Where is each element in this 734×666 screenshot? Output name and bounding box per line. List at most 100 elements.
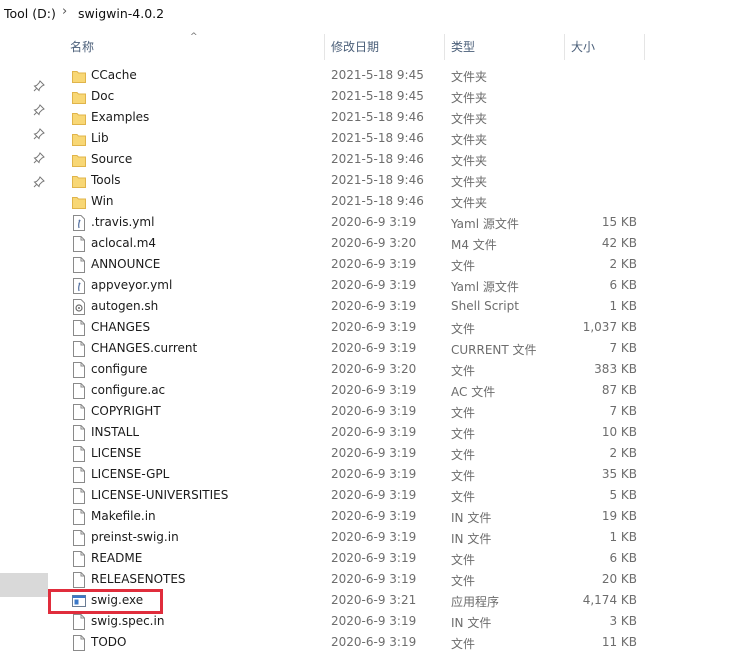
file-name: COPYRIGHT: [91, 404, 161, 418]
file-date: 2021-5-18 9:46: [331, 152, 424, 166]
column-divider[interactable]: [444, 34, 445, 60]
file-date: 2021-5-18 9:46: [331, 173, 424, 187]
file-date: 2021-5-18 9:46: [331, 194, 424, 208]
column-divider[interactable]: [564, 34, 565, 60]
file-type: CURRENT 文件: [451, 343, 537, 357]
file-row[interactable]: Tools 2021-5-18 9:46 文件夹: [0, 170, 734, 191]
file-row[interactable]: configure 2020-6-9 3:20 文件 383 KB: [0, 359, 734, 380]
file-date: 2020-6-9 3:19: [331, 530, 417, 544]
file-date: 2020-6-9 3:21: [331, 593, 417, 607]
file-type: 文件夹: [451, 70, 488, 84]
file-name: autogen.sh: [91, 299, 159, 313]
column-date-header[interactable]: 修改日期: [331, 34, 379, 60]
file-size: 3 KB: [609, 614, 637, 628]
file-icon: [72, 320, 86, 336]
file-date: 2020-6-9 3:19: [331, 278, 417, 292]
file-name: RELEASENOTES: [91, 572, 186, 586]
file-row[interactable]: LICENSE-GPL 2020-6-9 3:19 文件 35 KB: [0, 464, 734, 485]
file-row[interactable]: preinst-swig.in 2020-6-9 3:19 IN 文件 1 KB: [0, 527, 734, 548]
file-name: configure: [91, 362, 148, 376]
file-row[interactable]: Examples 2021-5-18 9:46 文件夹: [0, 107, 734, 128]
file-name: .travis.yml: [91, 215, 155, 229]
file-icon: [72, 488, 86, 504]
file-date: 2020-6-9 3:19: [331, 509, 417, 523]
file-name: swig.spec.in: [91, 614, 165, 628]
breadcrumb-drive[interactable]: Tool (D:): [4, 6, 56, 21]
highlight-annotation-box: [48, 589, 163, 614]
file-date: 2020-6-9 3:19: [331, 425, 417, 439]
folder-icon: [72, 89, 86, 105]
file-type: 文件: [451, 259, 476, 273]
file-type: 文件: [451, 637, 476, 651]
file-date: 2020-6-9 3:19: [331, 299, 417, 313]
file-row[interactable]: LICENSE 2020-6-9 3:19 文件 2 KB: [0, 443, 734, 464]
file-type: 文件: [451, 406, 476, 420]
file-size: 35 KB: [601, 467, 637, 481]
file-size: 383 KB: [594, 362, 637, 376]
file-row[interactable]: RELEASENOTES 2020-6-9 3:19 文件 20 KB: [0, 569, 734, 590]
file-type: 文件夹: [451, 91, 488, 105]
file-type: 文件夹: [451, 112, 488, 126]
file-row[interactable]: CCache 2021-5-18 9:45 文件夹: [0, 65, 734, 86]
file-size: 11 KB: [601, 635, 637, 649]
file-row[interactable]: Lib 2021-5-18 9:46 文件夹: [0, 128, 734, 149]
file-row[interactable]: autogen.sh 2020-6-9 3:19 Shell Script 1 KB: [0, 296, 734, 317]
file-size: 5 KB: [609, 488, 637, 502]
file-row[interactable]: .travis.yml 2020-6-9 3:19 Yaml 源文件 15 KB: [0, 212, 734, 233]
file-size: 7 KB: [609, 404, 637, 418]
breadcrumb: Tool (D:) › swigwin-4.0.2: [0, 0, 734, 28]
file-size: 42 KB: [601, 236, 637, 250]
column-name-header[interactable]: 名称: [70, 34, 94, 60]
yaml-file-icon: [72, 278, 86, 294]
file-type: IN 文件: [451, 532, 492, 546]
file-type: 应用程序: [451, 595, 500, 609]
file-row[interactable]: configure.ac 2020-6-9 3:19 AC 文件 87 KB: [0, 380, 734, 401]
file-type: Shell Script: [451, 299, 519, 313]
file-row[interactable]: aclocal.m4 2020-6-9 3:20 M4 文件 42 KB: [0, 233, 734, 254]
file-icon: [72, 383, 86, 399]
file-date: 2020-6-9 3:19: [331, 488, 417, 502]
file-row[interactable]: README 2020-6-9 3:19 文件 6 KB: [0, 548, 734, 569]
file-row[interactable]: CHANGES.current 2020-6-9 3:19 CURRENT 文件 7 …: [0, 338, 734, 359]
file-row[interactable]: LICENSE-UNIVERSITIES 2020-6-9 3:19 文件 5 KB: [0, 485, 734, 506]
file-name: LICENSE-UNIVERSITIES: [91, 488, 229, 502]
folder-icon: [72, 173, 86, 189]
file-size: 15 KB: [601, 215, 637, 229]
file-row[interactable]: Doc 2021-5-18 9:45 文件夹: [0, 86, 734, 107]
column-type-header[interactable]: 类型: [451, 34, 475, 60]
file-row[interactable]: appveyor.yml 2020-6-9 3:19 Yaml 源文件 6 KB: [0, 275, 734, 296]
file-row[interactable]: COPYRIGHT 2020-6-9 3:19 文件 7 KB: [0, 401, 734, 422]
file-name: Tools: [91, 173, 121, 187]
file-icon: [72, 257, 86, 273]
file-type: 文件: [451, 469, 476, 483]
folder-icon: [72, 110, 86, 126]
breadcrumb-separator-icon[interactable]: ›: [62, 4, 67, 19]
column-divider[interactable]: [644, 34, 645, 60]
file-icon: [72, 446, 86, 462]
file-row[interactable]: ANNOUNCE 2020-6-9 3:19 文件 2 KB: [0, 254, 734, 275]
folder-icon: [72, 68, 86, 84]
file-type: 文件: [451, 427, 476, 441]
file-row[interactable]: INSTALL 2020-6-9 3:19 文件 10 KB: [0, 422, 734, 443]
file-row[interactable]: Makefile.in 2020-6-9 3:19 IN 文件 19 KB: [0, 506, 734, 527]
file-row[interactable]: swig.spec.in 2020-6-9 3:19 IN 文件 3 KB: [0, 611, 734, 632]
file-row[interactable]: Source 2021-5-18 9:46 文件夹: [0, 149, 734, 170]
file-type: 文件夹: [451, 154, 488, 168]
column-size-header[interactable]: 大小: [571, 34, 595, 60]
file-name: Makefile.in: [91, 509, 156, 523]
file-date: 2020-6-9 3:19: [331, 341, 417, 355]
yaml-file-icon: [72, 215, 86, 231]
file-size: 19 KB: [601, 509, 637, 523]
file-row[interactable]: TODO 2020-6-9 3:19 文件 11 KB: [0, 632, 734, 653]
file-name: CCache: [91, 68, 137, 82]
column-divider[interactable]: [324, 34, 325, 60]
folder-icon: [72, 194, 86, 210]
file-name: Win: [91, 194, 114, 208]
file-type: 文件: [451, 490, 476, 504]
file-size: 4,174 KB: [582, 593, 637, 607]
breadcrumb-folder[interactable]: swigwin-4.0.2: [78, 6, 164, 21]
file-name: LICENSE: [91, 446, 142, 460]
file-row[interactable]: CHANGES 2020-6-9 3:19 文件 1,037 KB: [0, 317, 734, 338]
column-header: ^ 名称 修改日期 类型 大小: [0, 32, 734, 60]
file-row[interactable]: Win 2021-5-18 9:46 文件夹: [0, 191, 734, 212]
